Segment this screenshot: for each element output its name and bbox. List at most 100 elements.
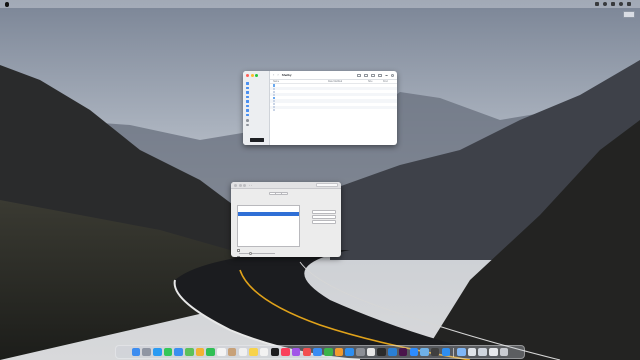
close-button[interactable]	[246, 74, 249, 77]
desktop-file-icon[interactable]	[622, 11, 636, 21]
back-arrow-icon[interactable]: ‹	[273, 73, 274, 77]
option-checkbox-row[interactable]	[237, 249, 241, 252]
group-icon[interactable]	[364, 73, 368, 77]
sidebar-item-icon	[246, 119, 249, 122]
table-row[interactable]	[270, 109, 397, 112]
list-item-selected[interactable]	[238, 212, 299, 216]
news-icon[interactable]	[302, 347, 312, 357]
desktop-wallpaper	[0, 0, 640, 360]
view-options-icon[interactable]	[357, 73, 361, 77]
checkbox[interactable]	[237, 256, 240, 257]
settings-window[interactable]: ‹ ›	[231, 182, 341, 257]
forward-arrow-icon[interactable]: ›	[277, 73, 278, 77]
segmented-tabs	[269, 192, 288, 195]
checkbox[interactable]	[237, 249, 240, 252]
search-icon[interactable]	[391, 73, 394, 77]
slider-row	[237, 252, 275, 255]
window-thumbnail-icon[interactable]	[478, 347, 487, 357]
file-name-cell	[273, 109, 328, 112]
mail-icon[interactable]	[174, 347, 183, 357]
zoom-button[interactable]	[255, 74, 258, 77]
app-store-icon[interactable]	[345, 347, 354, 357]
terminal-icon[interactable]	[377, 347, 386, 357]
close-button[interactable]	[234, 183, 237, 187]
action-button[interactable]	[312, 215, 336, 219]
pages-icon[interactable]	[334, 347, 344, 357]
file-name-cell	[273, 106, 328, 109]
zoom-button[interactable]	[243, 183, 246, 187]
window-thumbnail-icon[interactable]	[489, 347, 498, 357]
control-center-icon[interactable]	[627, 2, 631, 6]
minimize-button[interactable]	[238, 183, 242, 187]
slider-track[interactable]	[239, 252, 275, 255]
file-name-cell	[273, 90, 328, 93]
profile-list[interactable]	[237, 205, 300, 247]
reminders-icon[interactable]	[238, 347, 248, 357]
apple-menu-icon[interactable]	[5, 1, 9, 7]
keynote-icon[interactable]	[313, 347, 322, 357]
tag-icon[interactable]	[378, 73, 382, 77]
more-options-icon[interactable]	[385, 74, 388, 76]
trash-icon[interactable]	[499, 347, 509, 357]
screenshot-thumbnail-icon	[623, 11, 635, 18]
sidebar-item[interactable]	[243, 113, 269, 118]
slack-icon[interactable]	[398, 347, 408, 357]
search-icon[interactable]	[619, 2, 623, 6]
system-settings-icon[interactable]	[356, 347, 365, 357]
sidebar-item-icon	[246, 104, 249, 107]
numbers-icon[interactable]	[324, 347, 333, 357]
action-button[interactable]	[312, 210, 336, 214]
window-controls	[243, 74, 269, 77]
slider-knob[interactable]	[249, 252, 252, 255]
file-name-cell	[273, 87, 328, 90]
preview-icon[interactable]	[420, 347, 429, 357]
chrome-icon[interactable]	[366, 347, 376, 357]
file-icon	[273, 106, 275, 109]
back-arrow-icon[interactable]: ‹ ›	[249, 183, 252, 187]
minimize-button[interactable]	[250, 74, 254, 77]
calendar-icon[interactable]	[217, 347, 226, 357]
downloads-stack-icon[interactable]	[457, 347, 466, 357]
maps-icon[interactable]	[185, 347, 194, 357]
wifi-icon[interactable]	[603, 2, 607, 6]
column-header-kind[interactable]: Kind	[383, 81, 394, 83]
dock	[115, 345, 525, 359]
sidebar-item-icon	[246, 86, 249, 89]
window-thumbnail-icon[interactable]	[467, 347, 477, 357]
finder-content: ‹ › Shelby Name Date Modified Size Kind	[270, 71, 397, 145]
messages-icon[interactable]	[163, 347, 173, 357]
sidebar-item[interactable]	[243, 123, 269, 128]
podcasts-icon[interactable]	[291, 347, 301, 357]
status-icon[interactable]	[595, 2, 599, 6]
finder-toolbar: ‹ › Shelby	[270, 71, 397, 80]
photos-icon[interactable]	[195, 347, 205, 357]
share-icon[interactable]	[371, 73, 375, 77]
contacts-icon[interactable]	[227, 347, 237, 357]
column-header-name[interactable]: Name	[273, 81, 328, 83]
xcode-icon[interactable]	[441, 347, 451, 357]
file-name-cell	[273, 93, 328, 96]
finder-icon[interactable]	[131, 347, 141, 357]
freeform-icon[interactable]	[259, 347, 269, 357]
search-field[interactable]	[316, 183, 338, 187]
tv-icon[interactable]	[270, 347, 280, 357]
safari-icon[interactable]	[153, 347, 162, 357]
battery-icon[interactable]	[611, 2, 615, 6]
file-icon	[273, 99, 275, 103]
activity-monitor-icon[interactable]	[430, 347, 440, 357]
facetime-icon[interactable]	[206, 347, 215, 357]
notes-icon[interactable]	[249, 347, 258, 357]
zoom-icon[interactable]	[409, 347, 419, 357]
column-header-date[interactable]: Date Modified	[328, 81, 368, 83]
vscode-icon[interactable]	[388, 347, 397, 357]
launchpad-icon[interactable]	[142, 347, 151, 357]
file-name-cell	[273, 99, 328, 103]
column-header-size[interactable]: Size	[368, 81, 383, 83]
file-name-cell	[273, 96, 328, 100]
action-button[interactable]	[312, 220, 336, 224]
dock-separator	[453, 347, 454, 357]
tab[interactable]	[282, 193, 287, 194]
music-icon[interactable]	[281, 347, 290, 357]
finder-window[interactable]: ‹ › Shelby Name Date Modified Size Kind	[243, 71, 397, 145]
sidebar-item-icon	[246, 91, 249, 94]
